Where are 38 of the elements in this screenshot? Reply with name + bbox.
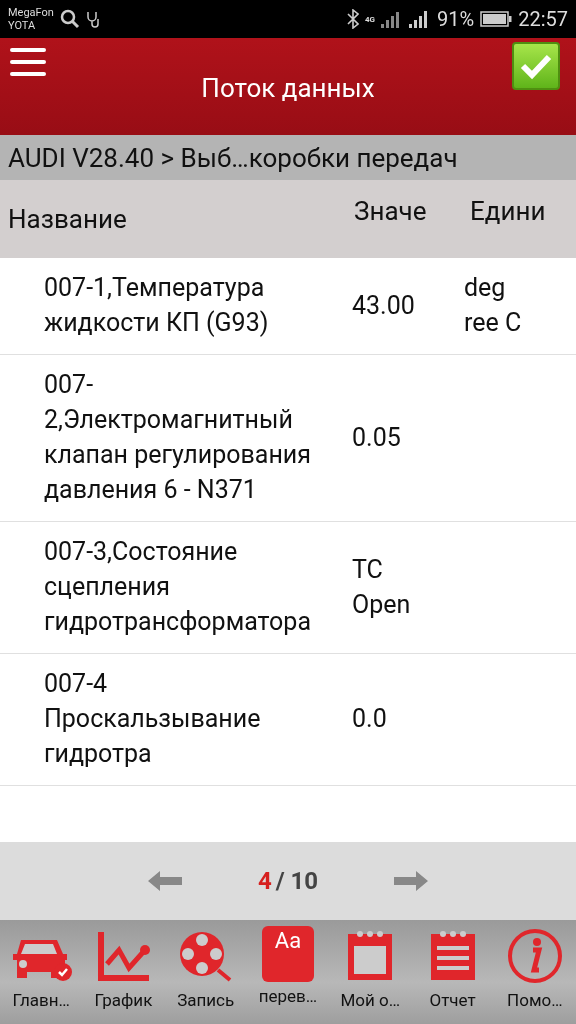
parameter-value: 43.00 <box>352 289 416 322</box>
column-header: Значе <box>353 195 428 226</box>
parameter-value: TC Open <box>352 553 412 621</box>
network-type: 4G <box>365 14 376 24</box>
parameter-unit: deg ree C <box>464 272 523 339</box>
page-total: / 10 <box>275 867 319 895</box>
confirm-checkbox[interactable] <box>512 42 560 90</box>
carrier-name: YOTA <box>8 19 37 32</box>
toolbar-button[interactable]: Отчет <box>411 920 494 1024</box>
battery-percent: 91% <box>437 7 475 31</box>
toolbar-button[interactable]: Запись <box>164 920 247 1024</box>
bluetooth-icon <box>347 9 359 29</box>
toolbar-button[interactable]: Aa перев… <box>246 920 330 1024</box>
current-page: 4 <box>257 867 272 895</box>
parameter-value: 0.0 <box>352 703 388 735</box>
carrier-name: MegaFon <box>8 6 54 19</box>
breadcrumb: AUDI V28.40 > Выб…коробки передач <box>0 135 576 180</box>
parameter-name: 007-1,Температура жидкости КП (G93) <box>43 272 270 339</box>
parameter-value: 0.05 <box>352 421 402 454</box>
toolbar-button[interactable]: Главн… <box>0 920 83 1024</box>
toolbar-button[interactable]: График <box>82 920 165 1024</box>
stethoscope-icon <box>85 10 102 28</box>
search-icon <box>59 9 80 29</box>
column-header: Едини <box>469 195 547 226</box>
menu-button[interactable] <box>10 48 48 76</box>
check-icon <box>519 52 553 80</box>
previous-arrow[interactable] <box>147 871 182 891</box>
clock: 22:57 <box>518 7 568 31</box>
parameter-name: 007-4 Проскальзывание гидротра <box>43 668 262 770</box>
battery-icon <box>480 11 513 27</box>
dictionary-icon: Aa <box>262 926 314 982</box>
next-arrow[interactable] <box>394 871 429 891</box>
page-title: Поток данных <box>201 73 375 103</box>
column-header: Название <box>7 204 128 234</box>
parameter-name: 007-2,Электромагнитный клапан регулирования давления 6 - N371 <box>43 369 312 506</box>
toolbar-button[interactable]: Мой о… <box>329 920 412 1024</box>
toolbar-button[interactable]: Помо… <box>493 920 576 1024</box>
parameter-name: 007-3,Состояние сцепления гидротрансформатора <box>43 536 312 638</box>
